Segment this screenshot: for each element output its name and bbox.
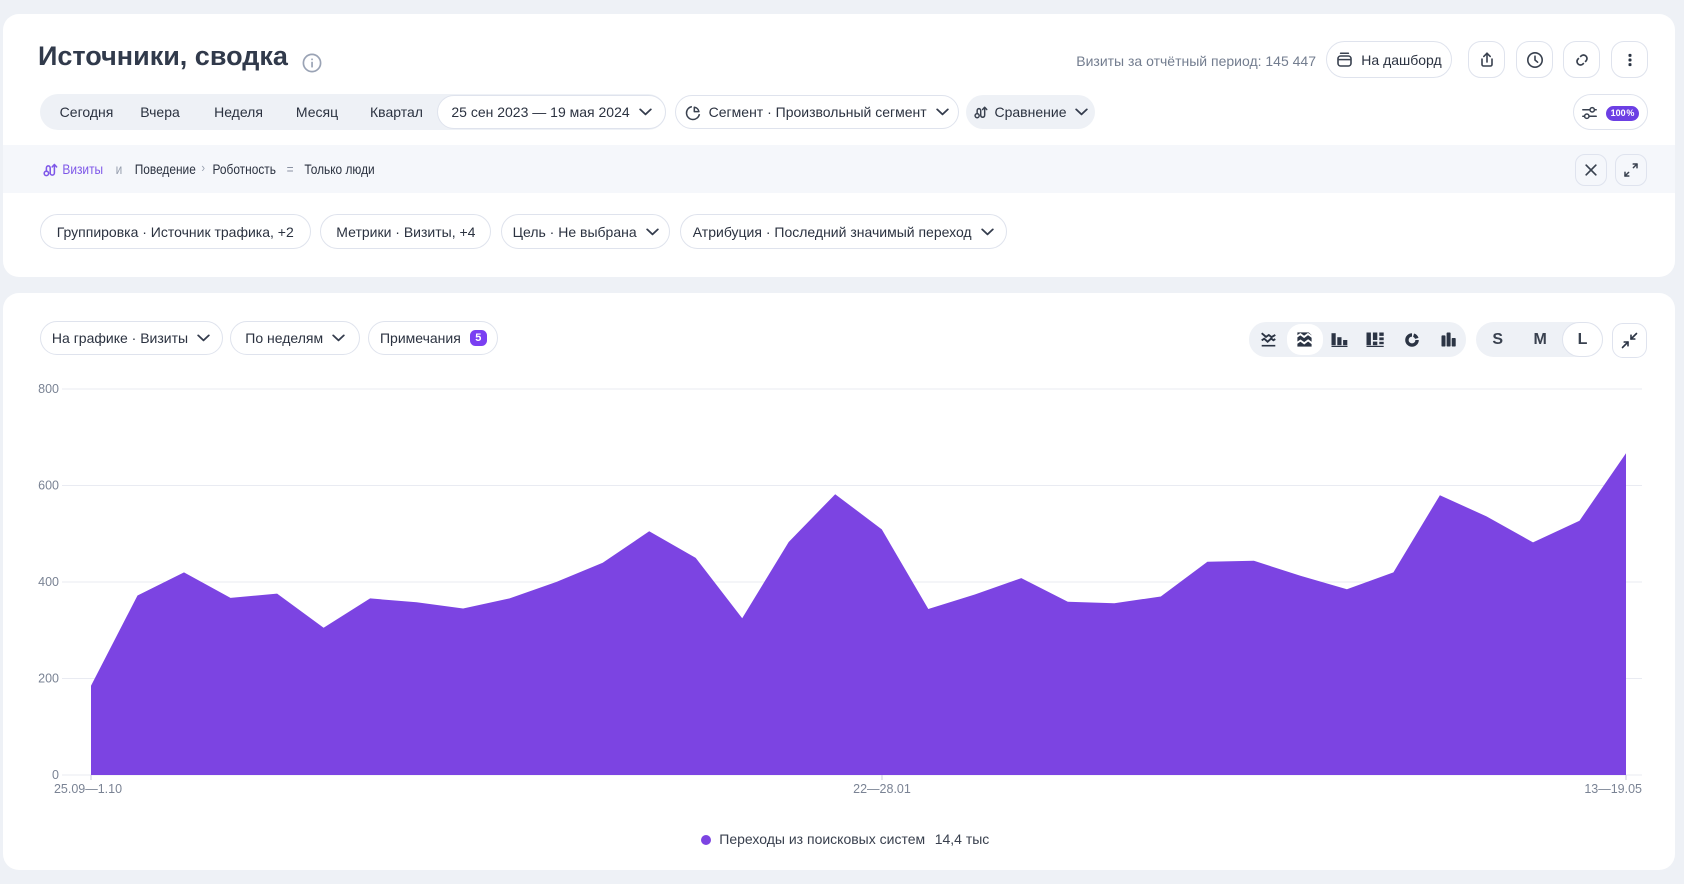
svg-text:400: 400 (38, 575, 59, 589)
svg-text:600: 600 (38, 479, 59, 493)
svg-text:25.09—1.10: 25.09—1.10 (54, 782, 122, 796)
svg-text:22—28.01: 22—28.01 (853, 782, 911, 796)
svg-text:13—19.05: 13—19.05 (1584, 782, 1642, 796)
svg-text:0: 0 (52, 768, 59, 782)
svg-text:200: 200 (38, 672, 59, 686)
svg-text:800: 800 (38, 382, 59, 396)
